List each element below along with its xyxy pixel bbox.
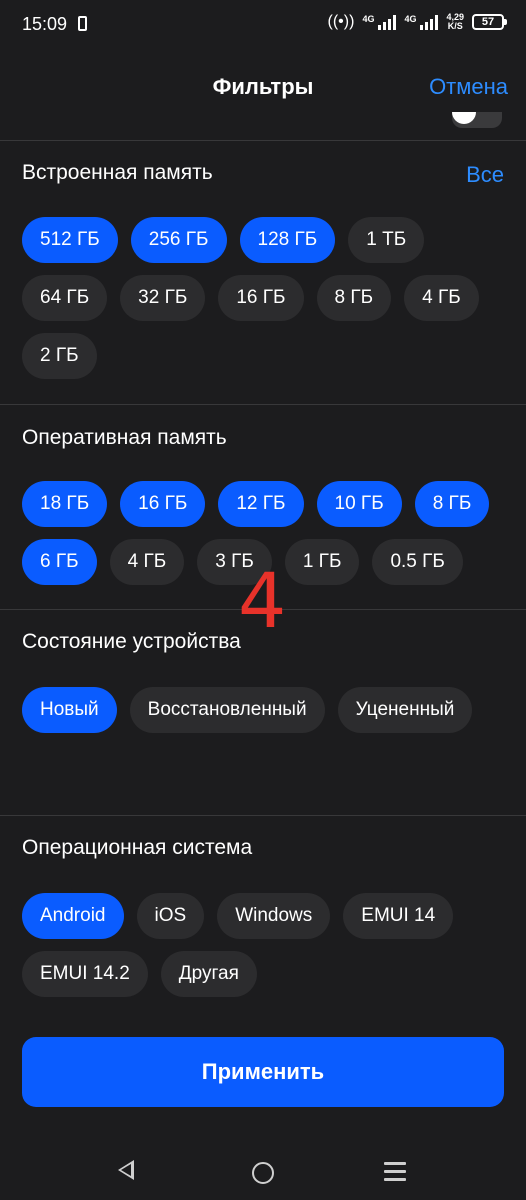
os-chip[interactable]: Windows (217, 893, 331, 939)
storage-chip[interactable]: 256 ГБ (130, 217, 227, 263)
storage-chip[interactable]: 32 ГБ (120, 275, 206, 321)
condition-chip[interactable]: Уцененный (337, 687, 473, 733)
overlay-number: 4 (238, 556, 287, 645)
storage-chip[interactable]: 1 ТБ (348, 217, 425, 263)
apply-button[interactable]: Применить (22, 1037, 504, 1107)
storage-chip[interactable]: 64 ГБ (22, 275, 108, 321)
status-time: 15:09 (22, 14, 68, 34)
cancel-button[interactable]: Отмена (429, 74, 508, 100)
os-chip[interactable]: EMUI 14 (343, 893, 454, 939)
ram-chip[interactable]: 4 ГБ (109, 539, 185, 585)
back-icon[interactable] (118, 1160, 134, 1180)
os-title: Операционная система (22, 836, 253, 859)
network-speed: 4,29 K/S (446, 13, 464, 31)
os-chip[interactable]: EMUI 14.2 (22, 951, 148, 997)
ram-chip[interactable]: 0.5 ГБ (372, 539, 463, 585)
storage-all-link[interactable]: Все (466, 162, 504, 188)
storage-chip[interactable]: 16 ГБ (218, 275, 304, 321)
battery-level: 57 (481, 16, 495, 28)
storage-chip[interactable]: 128 ГБ (239, 217, 336, 263)
sim-card-icon (78, 16, 87, 31)
toggle-switch[interactable] (452, 112, 502, 128)
storage-chips: 512 ГБ 256 ГБ 128 ГБ 1 ТБ 64 ГБ 32 ГБ 16 ГБ 8 Г… (22, 217, 504, 379)
condition-chips: Новый Восстановленный Уцененный (22, 687, 504, 733)
signal-icon-2 (420, 14, 439, 30)
storage-chip[interactable]: 512 ГБ (22, 217, 118, 263)
battery-icon: 57 (472, 14, 507, 30)
divider (0, 404, 526, 405)
network-type-2: 4G (404, 13, 417, 24)
system-nav-bar (0, 1140, 526, 1200)
condition-chip[interactable]: Восстановленный (129, 687, 325, 733)
speed-unit: K/S (447, 21, 463, 31)
storage-chip[interactable]: 4 ГБ (404, 275, 479, 321)
home-icon[interactable] (252, 1162, 274, 1184)
divider (0, 140, 526, 141)
status-bar: 15:09 ((•)) 4G 4G 4,29 K/S 57 (0, 0, 526, 52)
network-type-1: 4G (362, 13, 375, 24)
ram-title: Оперативная память (22, 426, 227, 449)
condition-title: Состояние устройства (22, 630, 241, 653)
signal-icon-1 (378, 14, 397, 30)
storage-title: Встроенная память (22, 161, 213, 184)
recent-apps-icon[interactable] (384, 1162, 406, 1186)
condition-chip[interactable]: Новый (22, 687, 117, 733)
ram-chip[interactable]: 6 ГБ (22, 539, 97, 585)
storage-chip[interactable]: 8 ГБ (316, 275, 392, 321)
ram-chip[interactable]: 1 ГБ (284, 539, 360, 585)
ram-chip[interactable]: 18 ГБ (22, 481, 108, 527)
storage-chip[interactable]: 2 ГБ (22, 333, 97, 379)
ram-chip[interactable]: 8 ГБ (414, 481, 490, 527)
os-chip[interactable]: Другая (160, 951, 257, 997)
ram-chip[interactable]: 16 ГБ (120, 481, 206, 527)
ram-chip[interactable]: 12 ГБ (218, 481, 304, 527)
os-chip[interactable]: Android (22, 893, 124, 939)
os-chips: Android iOS Windows EMUI 14 EMUI 14.2 Другая (22, 893, 504, 997)
hotspot-icon: ((•)) (327, 13, 355, 30)
os-chip[interactable]: iOS (136, 893, 205, 939)
divider (0, 815, 526, 816)
header: Фильтры Отмена (0, 52, 526, 122)
ram-chip[interactable]: 10 ГБ (316, 481, 402, 527)
status-icons: ((•)) 4G 4G 4,29 K/S 57 (327, 13, 507, 31)
